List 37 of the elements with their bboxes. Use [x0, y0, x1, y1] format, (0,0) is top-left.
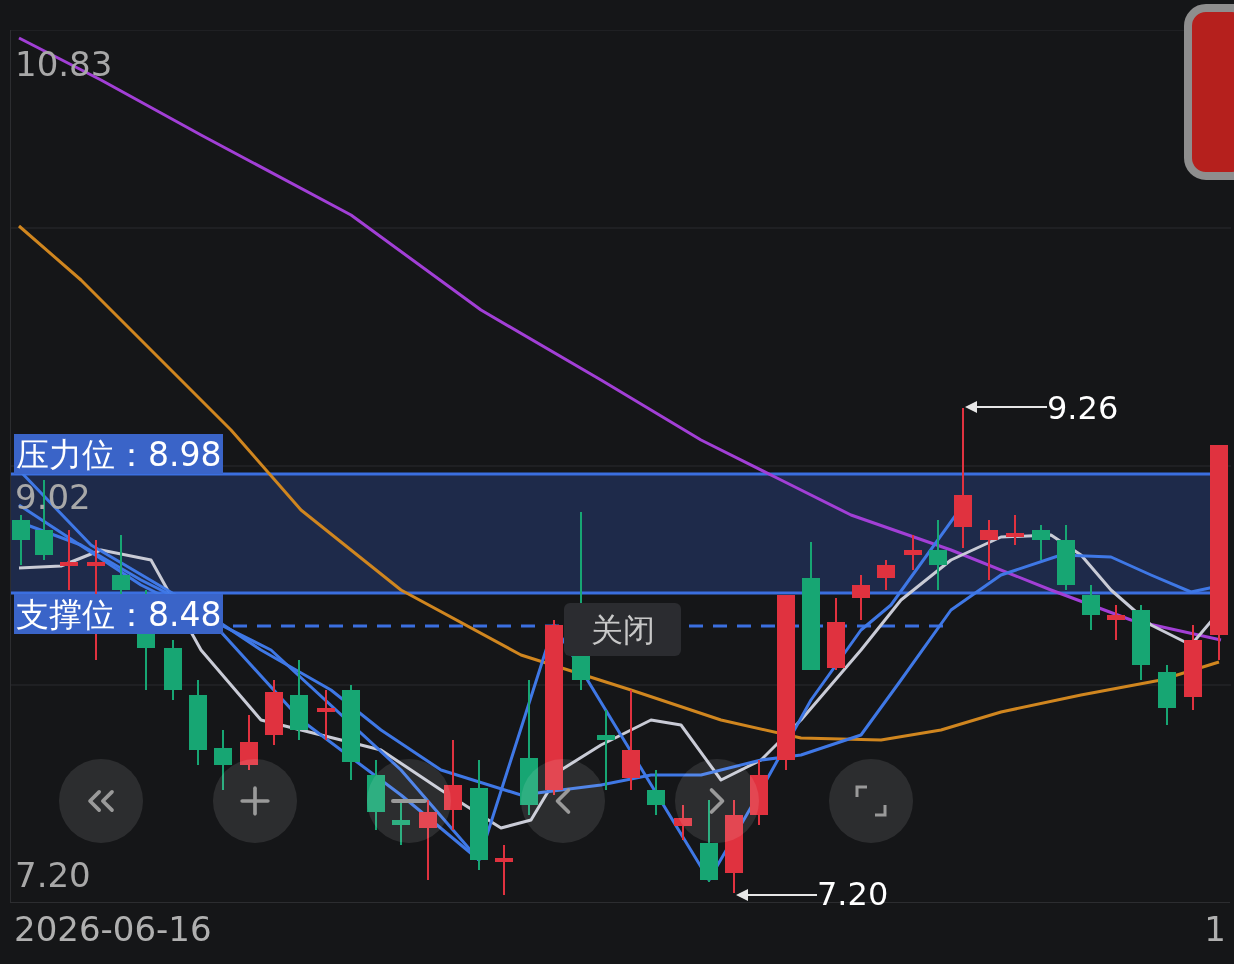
candlestick	[674, 804, 692, 841]
candlestick	[1032, 524, 1050, 561]
candlestick	[495, 844, 513, 896]
candlestick	[214, 729, 232, 791]
candlestick	[1107, 604, 1125, 641]
candlestick	[164, 639, 182, 701]
next-button[interactable]	[675, 759, 759, 843]
candlestick	[647, 769, 665, 816]
price-annotation: 9.26	[1047, 392, 1119, 424]
candlestick	[12, 514, 30, 566]
candlestick	[317, 689, 335, 741]
candlestick	[240, 714, 258, 771]
candlestick	[1082, 584, 1100, 631]
expand-icon	[853, 783, 889, 819]
candlestick	[367, 759, 385, 831]
candlestick	[877, 559, 895, 591]
candlestick	[904, 534, 922, 571]
close-button[interactable]: 关闭	[564, 603, 681, 656]
price-annotation: 7.20	[817, 878, 889, 910]
page-number: 1	[1204, 912, 1226, 946]
resistance-level-label: 压力位：8.98	[14, 434, 224, 474]
date-label: 2026-06-16	[14, 912, 212, 946]
candlestick	[980, 519, 998, 581]
previous-button[interactable]	[521, 759, 605, 843]
candlestick	[1158, 664, 1176, 726]
candlestick	[852, 574, 870, 621]
candlestick	[750, 759, 768, 826]
support-level-label: 支撑位：8.48	[14, 594, 224, 634]
zoom-out-button[interactable]	[367, 759, 451, 843]
candlestick	[1006, 514, 1024, 546]
minus-icon	[391, 799, 427, 803]
price-axis-label: 7.20	[15, 858, 91, 892]
candlestick	[1057, 524, 1075, 591]
candlestick	[265, 679, 283, 746]
candlestick	[60, 529, 78, 591]
candlestick	[929, 519, 947, 591]
app-badge-icon	[1184, 4, 1234, 180]
